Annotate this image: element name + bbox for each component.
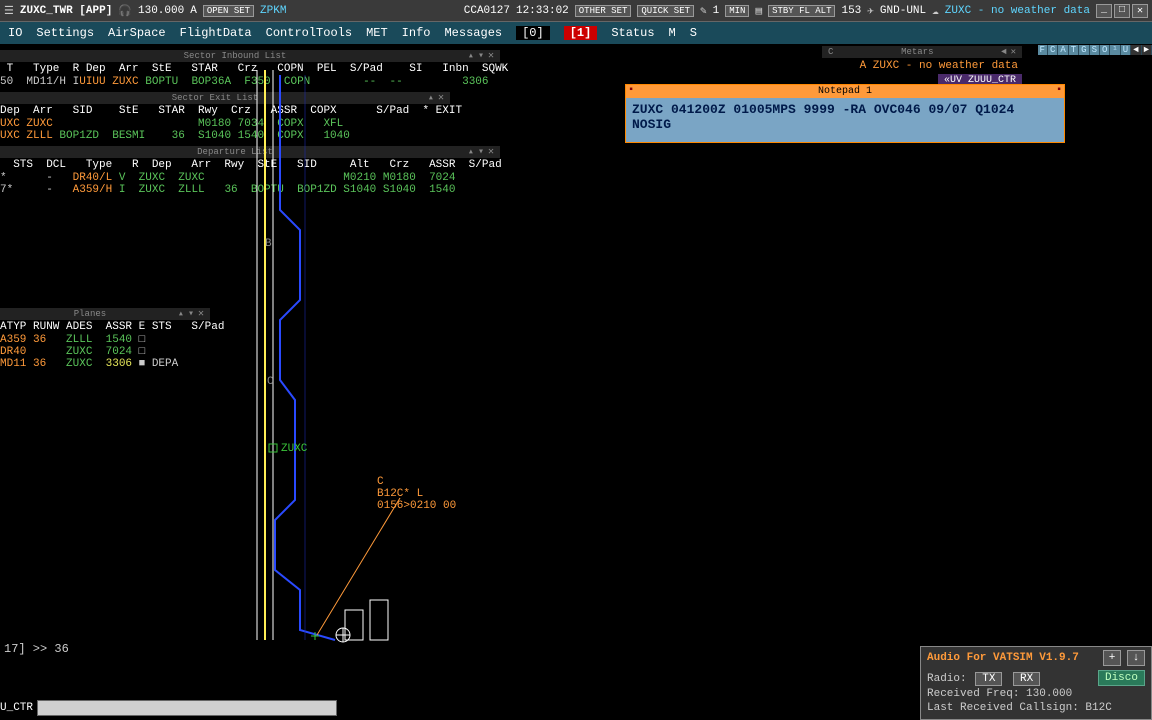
maximize-button[interactable]: □: [1114, 4, 1130, 18]
radio-label: Radio:: [927, 673, 967, 685]
stby-toggle[interactable]: STBY FL ALT: [768, 5, 835, 17]
headset-icon[interactable]: 🎧: [118, 4, 132, 18]
window-title: ZUXC_TWR [APP]: [20, 5, 112, 17]
radar-scope[interactable]: ZUXC C B12C* L 0156>0210 00 B C: [245, 70, 925, 650]
metars-c[interactable]: C: [826, 47, 835, 57]
menu-info[interactable]: Info: [402, 26, 431, 40]
audio-plus-button[interactable]: +: [1103, 650, 1121, 666]
mode: A: [190, 5, 197, 17]
command-input-row: U_CTR: [0, 700, 337, 716]
compass-icon[interactable]: ✈: [867, 4, 874, 18]
audio-down-button[interactable]: ↓: [1127, 650, 1145, 666]
close-button[interactable]: ✕: [1132, 4, 1148, 18]
received-freq: Received Freq: 130.000: [927, 687, 1145, 701]
weather-status: ZUXC - no weather data: [945, 5, 1090, 17]
minimize-button[interactable]: _: [1096, 4, 1112, 18]
track-tag[interactable]: C B12C* L 0156>0210 00: [377, 476, 456, 512]
pl-dn[interactable]: ▾: [186, 308, 196, 320]
input-label: U_CTR: [0, 702, 33, 714]
table-row[interactable]: MD11 36 ZUXC 3306 ■ DEPA: [0, 358, 210, 370]
title-bar: ☰ ZUXC_TWR [APP] 🎧 130.000 A OPEN SET ZP…: [0, 0, 1152, 22]
open-set-button[interactable]: OPEN SET: [203, 5, 254, 17]
menu-status[interactable]: Status: [611, 26, 654, 40]
metars-title: Metars: [901, 47, 933, 57]
sil-dn[interactable]: ▾: [476, 50, 486, 62]
menu-io[interactable]: IO: [8, 26, 22, 40]
fcat-right[interactable]: ►: [1142, 45, 1152, 55]
pl-close[interactable]: ✕: [196, 308, 206, 320]
audio-panel: Audio For VATSIM V1.9.7 + ↓ Radio: TX RX…: [920, 646, 1152, 720]
sil-up[interactable]: ▴: [466, 50, 476, 62]
menu-messages[interactable]: Messages: [444, 26, 502, 40]
frequency[interactable]: 130.000: [138, 5, 184, 17]
heading: 153: [841, 5, 861, 17]
min-button[interactable]: MIN: [725, 5, 749, 17]
table-row[interactable]: A359 36 ZLLL 1540 □: [0, 334, 210, 346]
callsign-cca: CCA0127: [464, 5, 510, 17]
menu-m[interactable]: M: [669, 26, 676, 40]
table-row[interactable]: DR40 ZUXC 7024 □: [0, 346, 210, 358]
pl-up[interactable]: ▴: [176, 308, 186, 320]
tx-button[interactable]: TX: [975, 672, 1002, 686]
marker-b: B: [265, 238, 272, 250]
disconnect-button[interactable]: Disco: [1098, 670, 1145, 686]
metars-caret[interactable]: ◄: [999, 47, 1008, 57]
sil-close[interactable]: ✕: [486, 50, 496, 62]
pl-cols: ATYP RUNW ADES ASSR E STS S/Pad: [0, 320, 210, 334]
marker-c: C: [267, 376, 274, 388]
scale: 1: [713, 5, 720, 17]
menu-s[interactable]: S: [690, 26, 697, 40]
quick-set-button[interactable]: QUICK SET: [637, 5, 694, 17]
menu-count1[interactable]: [1]: [564, 26, 598, 40]
win-menu-icon[interactable]: ☰: [4, 4, 14, 18]
menu-count0[interactable]: [0]: [516, 26, 550, 40]
clock: 12:33:02: [516, 5, 569, 17]
command-echo: 17] >> 36: [0, 640, 73, 658]
menu-bar: IO Settings AirSpace FlightData ControlT…: [0, 22, 1152, 44]
notepad-close[interactable]: ▪: [1056, 85, 1062, 96]
tool-icon[interactable]: ✎: [700, 4, 707, 18]
audio-title: Audio For VATSIM V1.9.7: [927, 652, 1097, 664]
menu-controltools[interactable]: ControlTools: [266, 26, 352, 40]
metars-close[interactable]: ✕: [1009, 47, 1018, 57]
other-set-button[interactable]: OTHER SET: [575, 5, 632, 17]
planes-list: Planes▴▾✕ ATYP RUNW ADES ASSR E STS S/Pa…: [0, 308, 210, 370]
command-input[interactable]: [37, 700, 337, 716]
fix-label[interactable]: ZUXC: [281, 443, 307, 455]
rx-button[interactable]: RX: [1013, 672, 1040, 686]
fcat-left[interactable]: ◄: [1131, 45, 1141, 55]
alt-range: GND-UNL: [880, 5, 926, 17]
menu-flightdata[interactable]: FlightData: [180, 26, 252, 40]
menu-met[interactable]: MET: [366, 26, 388, 40]
open-code: ZPKM: [260, 5, 286, 17]
layers-icon[interactable]: ▤: [755, 4, 762, 18]
last-callsign: Last Received Callsign: B12C: [927, 701, 1145, 715]
menu-airspace[interactable]: AirSpace: [108, 26, 166, 40]
menu-settings[interactable]: Settings: [36, 26, 94, 40]
wx-icon[interactable]: ☁: [932, 4, 939, 18]
fcat-strip: FCATGSO¹U ◄ ►: [1038, 44, 1152, 56]
